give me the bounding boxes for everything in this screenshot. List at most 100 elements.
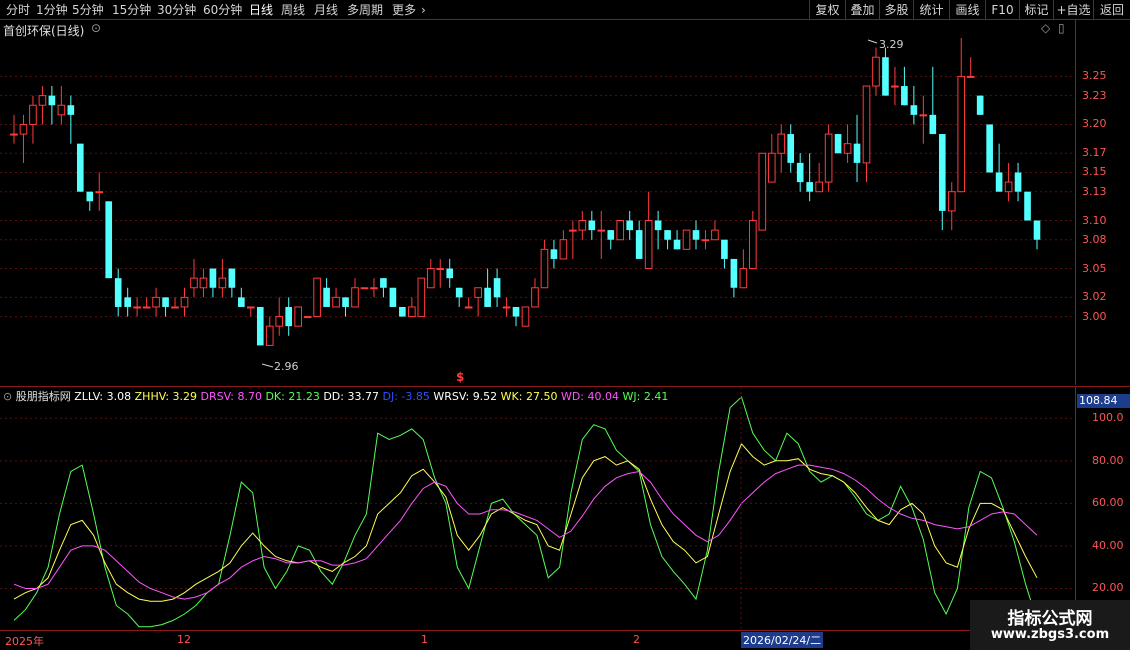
candle-body	[986, 124, 993, 173]
add-watchlist-button[interactable]: +自选	[1053, 0, 1093, 20]
indicator-toggle-icon[interactable]: ⊙	[3, 390, 12, 403]
candle	[986, 124, 993, 173]
price-tick-label: 3.20	[1082, 117, 1107, 131]
tab-30min[interactable]: 30分钟	[157, 2, 196, 18]
tab-monthly[interactable]: 月线	[314, 2, 338, 18]
indicator-axis: 108.84 100.0 80.00 60.00 40.00 20.00	[1075, 386, 1130, 630]
diamond-icon[interactable]: ◇	[1041, 21, 1050, 35]
candle-body	[730, 258, 738, 288]
candle-body	[370, 287, 378, 290]
date-axis: 2025年 12 1 2 2026/02/24/二	[0, 630, 1130, 650]
stock-title: 首创环保(日线)	[3, 24, 85, 38]
multi-stock-button[interactable]: 多股	[879, 0, 913, 20]
indicator-value: WD: 40.04	[557, 390, 620, 403]
candle	[114, 268, 122, 317]
candlestick-chart[interactable]	[0, 20, 1075, 385]
candle	[38, 86, 47, 125]
candle	[947, 182, 956, 231]
candle	[616, 220, 625, 241]
indicator-line-wd	[13, 464, 1038, 600]
tab-daily[interactable]: 日线	[249, 2, 273, 18]
candle-body	[95, 191, 104, 194]
draw-button[interactable]: 画线	[949, 0, 985, 20]
candle	[976, 95, 984, 115]
candlestick-panel[interactable]: 首创环保(日线) ⊙ ◇ ▯ 3.29 2.96 $	[0, 20, 1075, 385]
candle-body	[815, 181, 823, 193]
candle	[446, 258, 454, 288]
candle	[29, 95, 37, 144]
candle	[682, 229, 691, 250]
candle-body	[484, 287, 491, 307]
candle-body	[114, 278, 122, 307]
candle	[635, 220, 643, 259]
candle-body	[124, 297, 131, 307]
date-label-feb: 2	[633, 633, 640, 646]
panel-toggle-icon[interactable]: ▯	[1058, 21, 1065, 35]
chevron-down-icon[interactable]: ⊙	[91, 21, 101, 35]
price-tick-label: 3.25	[1082, 69, 1107, 83]
indicator-value: ZLLV: 3.08	[74, 390, 132, 403]
candle-body	[426, 268, 435, 289]
candle-body	[209, 268, 217, 288]
candle-body	[758, 152, 767, 231]
candle	[10, 114, 18, 144]
candle-body	[417, 277, 426, 318]
cursor-date-label: 2026/02/24/二	[741, 632, 824, 648]
candle	[190, 258, 198, 298]
candle-body	[133, 306, 141, 309]
candle	[597, 210, 606, 259]
tab-minute[interactable]: 分时	[6, 2, 30, 18]
indicator-line-dk	[13, 396, 1038, 628]
candle-body	[824, 133, 833, 183]
candle-body	[995, 172, 1003, 192]
candle	[701, 230, 710, 250]
back-button[interactable]: 返回	[1093, 0, 1130, 20]
candle-body	[389, 287, 397, 307]
candle	[408, 297, 416, 318]
candle	[209, 268, 217, 298]
candle	[588, 210, 596, 240]
candle-body	[901, 86, 908, 106]
indicator-tick-label: 80.00	[1092, 453, 1124, 467]
candle	[265, 316, 274, 346]
tab-multi-period[interactable]: 多周期	[347, 2, 383, 18]
tab-more[interactable]: 更多	[392, 2, 416, 18]
mark-button[interactable]: 标记	[1019, 0, 1053, 20]
indicator-value: WK: 27.50	[497, 390, 558, 403]
candle-body	[872, 56, 880, 87]
candle	[285, 297, 293, 336]
candle-body	[862, 85, 871, 164]
tab-15min[interactable]: 15分钟	[112, 2, 151, 18]
candle-body	[10, 133, 18, 136]
candle-body	[739, 268, 748, 289]
tab-weekly[interactable]: 周线	[281, 2, 305, 18]
adjust-button[interactable]: 复权	[809, 0, 845, 20]
tab-60min[interactable]: 60分钟	[203, 2, 242, 18]
candle-body	[57, 104, 66, 116]
candle-body	[512, 306, 520, 317]
chevron-right-icon[interactable]: ›	[421, 2, 426, 18]
candle	[105, 201, 113, 279]
candle	[938, 134, 946, 231]
indicator-chart[interactable]	[0, 387, 1075, 631]
overlay-button[interactable]: 叠加	[845, 0, 879, 20]
f10-button[interactable]: F10	[985, 0, 1019, 20]
candle-body	[285, 306, 293, 327]
candle	[464, 297, 473, 309]
tab-1min[interactable]: 1分钟	[36, 2, 68, 18]
tab-5min[interactable]: 5分钟	[72, 2, 104, 18]
watermark-title: 指标公式网	[1007, 609, 1093, 629]
candle	[995, 143, 1003, 192]
indicator-panel[interactable]: ⊙ 股朋指标网 ZLLV: 3.08 ZHHV: 3.29 DRSV: 8.70…	[0, 386, 1075, 631]
statistics-button[interactable]: 统计	[913, 0, 949, 20]
signal-marker: $	[456, 370, 465, 384]
candle-body	[578, 220, 587, 231]
candle-body	[1033, 220, 1041, 240]
candle-body	[162, 297, 169, 307]
candle	[351, 278, 359, 308]
indicator-value: DRSV: 8.70	[197, 390, 262, 403]
candle-body	[777, 133, 786, 154]
candle-body	[294, 306, 302, 327]
candle	[142, 297, 151, 309]
candle-body	[721, 239, 728, 259]
